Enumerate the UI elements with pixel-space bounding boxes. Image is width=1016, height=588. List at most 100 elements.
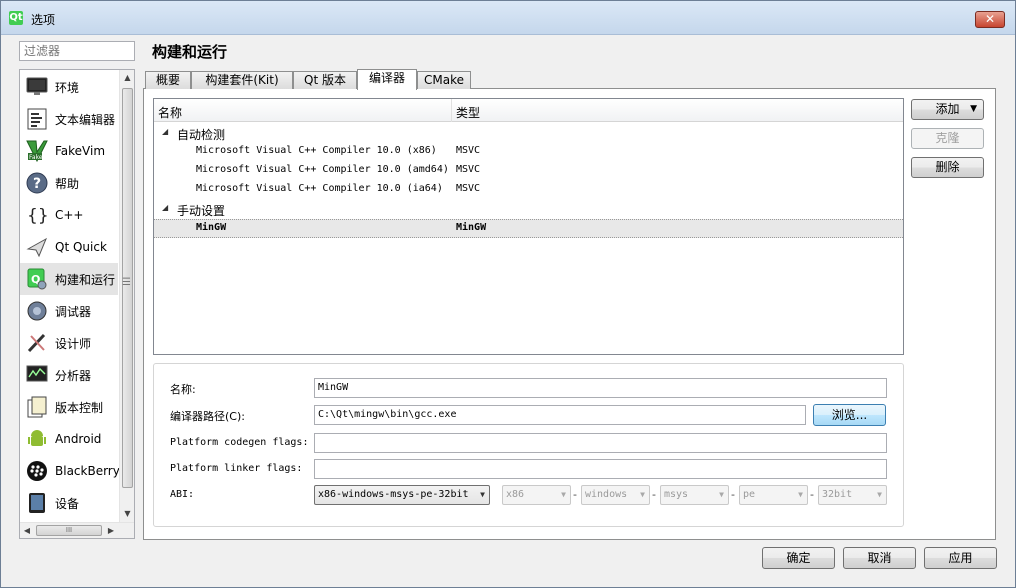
abi-label: ABI: <box>170 489 195 500</box>
remove-button[interactable]: 删除 <box>911 157 984 178</box>
sidebar-item-label: 环境 <box>55 80 80 95</box>
tree-row-selected[interactable]: MinGW MinGW <box>154 219 903 238</box>
svg-text:Fake: Fake <box>29 154 43 161</box>
options-dialog: Qt 选项 ✕ 环境文本编辑器 Fake FakeVim? 帮助 {} C++ Qt Qui… <box>0 0 1016 588</box>
sidebar-horizontal-scrollbar[interactable]: ◀ III ▶ <box>20 522 134 538</box>
svg-text:{}: {} <box>27 206 48 226</box>
category-sidebar: 环境文本编辑器 Fake FakeVim? 帮助 {} C++ Qt Quick Q 构建和运行… <box>19 69 135 539</box>
tab-qt-versions[interactable]: Qt 版本 <box>293 71 357 89</box>
sidebar-item[interactable]: Q 构建和运行 <box>20 263 118 295</box>
name-field[interactable]: MinGW <box>314 378 887 398</box>
window-title: 选项 <box>31 13 56 27</box>
abi-select[interactable]: x86-windows-msys-pe-32bit ▼ <box>314 485 490 505</box>
codegen-flags-label: Platform codegen flags: <box>170 437 309 448</box>
cpp-braces-icon: {} <box>25 203 49 227</box>
tree-group-auto-detected[interactable]: ◢ 自动检测 <box>154 124 903 143</box>
sidebar-vertical-scrollbar[interactable]: ▲ ▼ <box>119 70 134 522</box>
blackberry-icon <box>25 459 49 483</box>
sidebar-item-label: 设备 <box>55 496 80 511</box>
sidebar-item[interactable]: 调试器 <box>20 295 118 327</box>
sidebar-item[interactable]: 分析器 <box>20 359 118 391</box>
abi-part-value: 32bit <box>822 489 853 500</box>
qt-creator-app-icon: Qt <box>9 11 23 25</box>
dropdown-arrow-icon: ▼ <box>719 490 724 499</box>
abi-os-select[interactable]: windows ▼ <box>581 485 650 505</box>
sidebar-item[interactable]: 文本编辑器 <box>20 103 118 135</box>
scroll-up-arrow-icon[interactable]: ▲ <box>120 70 134 86</box>
apply-button[interactable]: 应用 <box>924 547 997 569</box>
abi-architecture-select[interactable]: x86 ▼ <box>502 485 571 505</box>
sidebar-item-label: C++ <box>55 208 84 222</box>
tab-overview[interactable]: 概要 <box>145 71 191 89</box>
svg-text:?: ? <box>33 176 41 192</box>
compiler-type: MSVC <box>456 145 481 156</box>
sidebar-item[interactable]: 环境 <box>20 71 118 103</box>
close-button[interactable]: ✕ <box>975 11 1005 28</box>
scroll-right-arrow-icon[interactable]: ▶ <box>104 523 118 538</box>
dropdown-arrow-icon: ▼ <box>640 490 645 499</box>
splitter-handle[interactable]: ☰ <box>122 277 131 288</box>
scrollbar-thumb[interactable] <box>122 88 133 488</box>
sidebar-item-label: 版本控制 <box>55 400 104 415</box>
sidebar-item[interactable]: 设计师 <box>20 327 118 359</box>
compiler-name: Microsoft Visual C++ Compiler 10.0 (x86) <box>196 145 437 156</box>
compiler-name: MinGW <box>196 222 227 233</box>
tree-row[interactable]: Microsoft Visual C++ Compiler 10.0 (amd6… <box>154 162 903 181</box>
add-button[interactable]: 添加 ▼ <box>911 99 984 120</box>
sidebar-item[interactable]: 版本控制 <box>20 391 118 423</box>
linker-flags-field[interactable] <box>314 459 887 479</box>
abi-width-select[interactable]: 32bit ▼ <box>818 485 887 505</box>
abi-format-select[interactable]: pe ▼ <box>739 485 808 505</box>
expand-arrow-icon[interactable]: ◢ <box>162 203 168 212</box>
tab-kits[interactable]: 构建套件(Kit) <box>191 71 293 89</box>
tab-compilers[interactable]: 编译器 <box>357 69 417 90</box>
tree-header: 名称 类型 <box>154 99 903 122</box>
tree-row[interactable]: Microsoft Visual C++ Compiler 10.0 (ia64… <box>154 181 903 200</box>
sidebar-item[interactable]: Fake FakeVim <box>20 135 118 167</box>
browse-button[interactable]: 浏览... <box>813 404 886 426</box>
dropdown-arrow-icon: ▼ <box>798 490 803 499</box>
abi-part-value: pe <box>743 489 756 500</box>
help-icon: ? <box>25 171 49 195</box>
column-header-type[interactable]: 类型 <box>456 104 480 121</box>
cancel-button[interactable]: 取消 <box>843 547 916 569</box>
sidebar-item-label: Android <box>55 432 102 446</box>
analyzer-icon <box>25 363 49 387</box>
dropdown-arrow-icon: ▼ <box>877 490 882 499</box>
scrollbar-thumb-horizontal[interactable]: III <box>36 525 102 536</box>
expand-arrow-icon[interactable]: ◢ <box>162 127 168 136</box>
compiler-type: MSVC <box>456 183 481 194</box>
scroll-down-arrow-icon[interactable]: ▼ <box>120 506 134 522</box>
tree-group-manual[interactable]: ◢ 手动设置 <box>154 200 903 219</box>
title-bar: Qt 选项 ✕ <box>1 1 1015 35</box>
sidebar-item[interactable]: {} C++ <box>20 199 118 231</box>
compiler-path-field[interactable]: C:\Qt\mingw\bin\gcc.exe <box>314 405 806 425</box>
sidebar-item[interactable]: ? 帮助 <box>20 167 118 199</box>
sidebar-item[interactable]: Qt Quick <box>20 231 118 263</box>
scroll-left-arrow-icon[interactable]: ◀ <box>20 523 34 538</box>
ok-button[interactable]: 确定 <box>762 547 835 569</box>
dropdown-arrow-icon: ▼ <box>561 490 566 499</box>
filter-input[interactable] <box>19 41 135 61</box>
abi-part-value: x86 <box>506 489 525 500</box>
compiler-name: Microsoft Visual C++ Compiler 10.0 (amd6… <box>196 164 449 175</box>
column-header-name[interactable]: 名称 <box>158 104 182 121</box>
tab-cmake[interactable]: CMake <box>417 71 471 89</box>
clone-button[interactable]: 克隆 <box>911 128 984 149</box>
compiler-tree[interactable]: 名称 类型 ◢ 自动检测 Microsoft Visual C++ Compil… <box>153 98 904 355</box>
abi-flavor-select[interactable]: msys ▼ <box>660 485 729 505</box>
column-separator <box>451 99 452 122</box>
android-icon <box>25 427 49 451</box>
tree-row[interactable]: Microsoft Visual C++ Compiler 10.0 (x86)… <box>154 143 903 162</box>
sidebar-item-label: 调试器 <box>55 304 92 319</box>
group-label: 自动检测 <box>177 128 226 142</box>
codegen-flags-field[interactable] <box>314 433 887 453</box>
sidebar-item-label: 设计师 <box>55 336 92 351</box>
compiler-path-label: 编译器路径(C): <box>170 410 245 423</box>
sidebar-item[interactable]: BlackBerry <box>20 455 120 487</box>
abi-separator: - <box>573 488 577 501</box>
dropdown-arrow-icon: ▼ <box>480 490 485 499</box>
sidebar-item[interactable]: 设备 <box>20 487 118 519</box>
sidebar-item[interactable]: Android <box>20 423 118 455</box>
linker-flags-label: Platform linker flags: <box>170 463 303 474</box>
